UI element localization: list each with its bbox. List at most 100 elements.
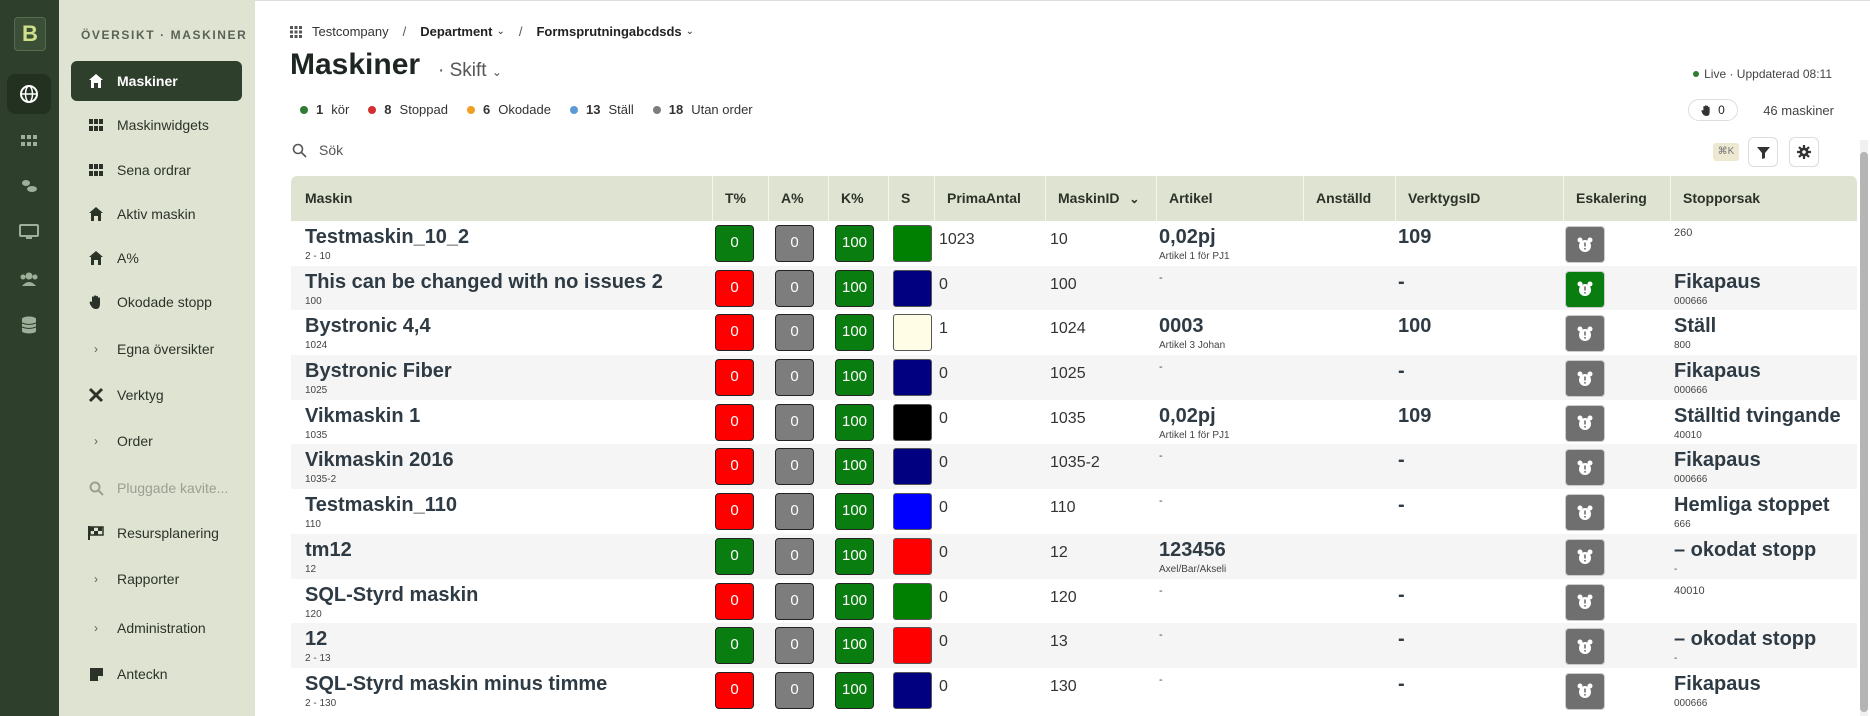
machine-name[interactable]: SQL-Styrd maskin minus timme xyxy=(305,673,607,696)
col-prima[interactable]: PrimaAntal xyxy=(934,176,1045,221)
sidebar-item-label: Resursplanering xyxy=(117,525,219,541)
col-t[interactable]: T% xyxy=(712,176,768,221)
machine-name[interactable]: Bystronic Fiber xyxy=(305,360,452,383)
apps-grid-icon xyxy=(21,135,37,146)
stop-reason: – okodat stopp xyxy=(1674,628,1817,651)
scrollbar[interactable] xyxy=(1860,140,1868,716)
sidebar-item-sena-ordrar[interactable]: Sena ordrar xyxy=(71,150,242,190)
search-bar[interactable]: Sök xyxy=(292,142,343,158)
machine-name[interactable]: tm12 xyxy=(305,539,352,562)
sidebar-item-pluggade-kaviteter[interactable]: Pluggade kavite... xyxy=(71,468,242,508)
escalation-button[interactable] xyxy=(1565,538,1605,576)
app-logo[interactable]: B xyxy=(14,17,46,51)
stat-okodade[interactable]: 6 Okodade xyxy=(466,102,551,117)
prima-antal: 0 xyxy=(939,275,948,293)
col-k[interactable]: K% xyxy=(828,176,888,221)
machine-name[interactable]: Testmaskin_110 xyxy=(305,494,457,517)
stat-stoppad[interactable]: 8 Stoppad xyxy=(368,102,448,117)
sidebar-item-maskinwidgets[interactable]: Maskinwidgets xyxy=(71,105,242,145)
col-verktyg[interactable]: VerktygsID xyxy=(1395,176,1563,221)
artikel-number[interactable]: 0,02pj xyxy=(1159,226,1216,249)
col-artikel[interactable]: Artikel xyxy=(1156,176,1303,221)
rail-database-button[interactable] xyxy=(7,305,51,345)
stop-code: - xyxy=(1674,563,1678,575)
search-input[interactable]: Sök xyxy=(319,142,343,158)
breadcrumb-department[interactable]: Department xyxy=(420,24,492,39)
col-maskinid[interactable]: MaskinID ⌄ xyxy=(1045,176,1156,221)
shift-selector[interactable]: · Skift ⌄ xyxy=(438,60,502,82)
breadcrumb-group[interactable]: Formsprutningabcdsds xyxy=(536,24,681,39)
stat-kor[interactable]: 1 kör xyxy=(300,102,349,117)
hand-counter-button[interactable]: 0 xyxy=(1688,99,1738,121)
table-row[interactable]: This can be changed with no issues 2 100 0… xyxy=(291,265,1857,311)
sidebar-item-anteckn[interactable]: Anteckn xyxy=(71,654,242,694)
sidebar-item-verktyg[interactable]: Verktyg xyxy=(71,375,242,415)
t-percent-badge: 0 xyxy=(715,314,754,352)
sidebar-item-label: Administration xyxy=(117,620,206,636)
scrollbar-thumb[interactable] xyxy=(1860,152,1868,712)
sidebar-item-resursplanering[interactable]: Resursplanering xyxy=(71,513,242,553)
sidebar-item-egna-oversikter[interactable]: › Egna översikter xyxy=(71,329,242,369)
sidebar-item-administration[interactable]: › Administration xyxy=(71,608,242,648)
col-maskin[interactable]: Maskin xyxy=(293,176,712,221)
breadcrumb-company[interactable]: Testcompany xyxy=(312,24,389,39)
escalation-button[interactable] xyxy=(1565,226,1605,263)
sidebar-item-order[interactable]: › Order xyxy=(71,421,242,461)
table-row[interactable]: Bystronic 4,4 1024 0 0 100 1 1024 0003 Artikel 3… xyxy=(291,310,1857,355)
machine-name[interactable]: Bystronic 4,4 xyxy=(305,315,431,338)
escalation-button[interactable] xyxy=(1565,583,1605,621)
col-a[interactable]: A% xyxy=(768,176,828,221)
artikel-number[interactable]: 123456 xyxy=(1159,539,1226,562)
artikel-number[interactable]: 0,02pj xyxy=(1159,405,1216,428)
table-row[interactable]: SQL-Styrd maskin minus timme 2 - 130 0 0 100… xyxy=(291,668,1857,713)
escalation-button[interactable] xyxy=(1565,404,1605,442)
rail-people-button[interactable] xyxy=(7,166,51,206)
rail-users-button[interactable] xyxy=(7,259,51,299)
machine-name[interactable]: Vikmaskin 2016 xyxy=(305,449,454,472)
machine-name[interactable]: SQL-Styrd maskin xyxy=(305,584,478,607)
machine-name[interactable]: Vikmaskin 1 xyxy=(305,405,420,428)
maskin-id: 1035 xyxy=(1050,409,1086,427)
table-row[interactable]: SQL-Styrd maskin 120 0 0 100 0 120- -40010 xyxy=(291,579,1857,624)
col-anstalld[interactable]: Anställd xyxy=(1303,176,1395,221)
sidebar-item-aktiv-maskin[interactable]: Aktiv maskin xyxy=(71,194,242,234)
status-color-swatch xyxy=(893,225,932,262)
sidebar-item-okodade-stopp[interactable]: Okodade stopp xyxy=(71,282,242,322)
table-row[interactable]: Bystronic Fiber 1025 0 0 100 0 1025- - Fikapaus 0… xyxy=(291,355,1857,400)
table-row[interactable]: Testmaskin_10_2 2 - 10 0 0 100 1023 10 0,02pj Ar… xyxy=(291,221,1857,266)
table-row[interactable]: Vikmaskin 1 1035 0 0 100 0 1035 0,02pj Artikel 1… xyxy=(291,400,1857,445)
table-row[interactable]: 12 2 - 13 0 0 100 0 13- - – okodat stopp - xyxy=(291,623,1857,668)
sidebar-item-a-percent[interactable]: A% xyxy=(71,238,242,278)
col-eskalering[interactable]: Eskalering xyxy=(1563,176,1670,221)
machine-number: 1025 xyxy=(305,385,328,397)
stat-count: 6 xyxy=(482,102,491,117)
escalation-button[interactable] xyxy=(1565,494,1605,532)
stat-stall[interactable]: 13 Ställ xyxy=(569,102,634,117)
escalation-button[interactable] xyxy=(1565,315,1605,353)
settings-button[interactable] xyxy=(1789,137,1819,167)
table-row[interactable]: Vikmaskin 2016 1035-2 0 0 100 0 1035-2- - Fikapa… xyxy=(291,444,1857,490)
machine-name[interactable]: 12 xyxy=(305,628,327,651)
machine-name[interactable]: This can be changed with no issues 2 xyxy=(305,271,663,294)
escalation-button[interactable] xyxy=(1565,360,1605,398)
machine-name[interactable]: Testmaskin_10_2 xyxy=(305,226,469,249)
table-row[interactable]: tm12 12 0 0 100 0 12 123456 Axel/Bar/Akseli – oko… xyxy=(291,533,1857,579)
rail-apps-button[interactable] xyxy=(7,121,51,161)
escalation-button[interactable] xyxy=(1565,449,1605,487)
escalation-button[interactable] xyxy=(1565,628,1605,666)
filter-button[interactable] xyxy=(1748,137,1778,167)
col-s[interactable]: S xyxy=(888,176,934,221)
rail-globe-button[interactable] xyxy=(7,74,51,114)
escalation-button[interactable] xyxy=(1565,270,1605,308)
sidebar-item-maskiner[interactable]: Maskiner xyxy=(71,61,242,101)
machine-number: 2 - 130 xyxy=(305,697,337,709)
table-row[interactable]: Testmaskin_110 110 0 0 100 0 110- - Hemliga stop… xyxy=(291,489,1857,534)
chevron-down-icon[interactable]: ⌄ xyxy=(686,26,694,37)
sidebar-item-rapporter[interactable]: › Rapporter xyxy=(71,559,242,599)
col-stopporsak[interactable]: Stopporsak xyxy=(1670,176,1857,221)
escalation-button[interactable] xyxy=(1565,672,1605,710)
stat-utan-order[interactable]: 18 Utan order xyxy=(652,102,753,117)
rail-monitor-button[interactable] xyxy=(7,212,51,252)
artikel-number[interactable]: 0003 xyxy=(1159,315,1204,338)
chevron-down-icon[interactable]: ⌄ xyxy=(496,26,504,37)
